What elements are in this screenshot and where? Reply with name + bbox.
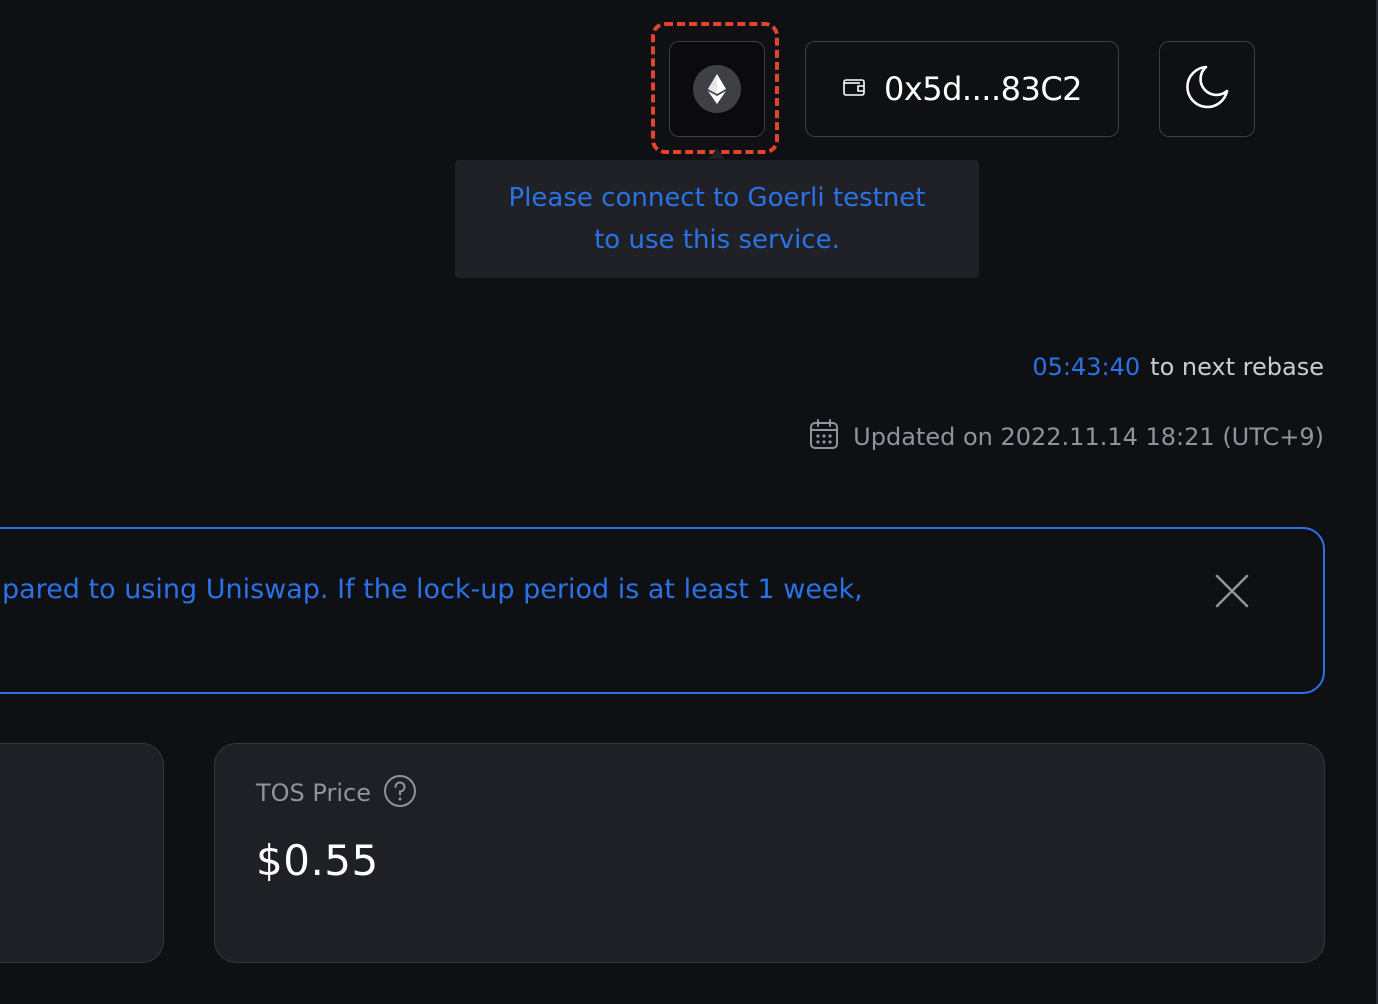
rebase-time: 05:43:40 bbox=[1032, 353, 1141, 381]
tos-price-title: TOS Price bbox=[256, 774, 417, 812]
notice-text: pared to using Uniswap. If the lock-up p… bbox=[2, 574, 863, 605]
network-tooltip: Please connect to Goerli testnet to use … bbox=[455, 160, 979, 278]
ethereum-icon bbox=[693, 65, 741, 113]
close-icon[interactable] bbox=[1214, 573, 1250, 609]
notice-banner: pared to using Uniswap. If the lock-up p… bbox=[0, 527, 1325, 694]
wallet-button[interactable]: 0x5d....83C2 bbox=[805, 41, 1119, 137]
updated-timestamp: Updated on 2022.11.14 18:21 (UTC+9) bbox=[809, 418, 1324, 456]
page: 0x5d....83C2 Please connect to Goerli te… bbox=[0, 0, 1378, 1004]
tooltip-arrow bbox=[709, 148, 725, 159]
tos-price-value: $0.55 bbox=[256, 836, 379, 885]
wallet-address: 0x5d....83C2 bbox=[883, 70, 1083, 108]
tooltip-line-2: to use this service. bbox=[594, 225, 840, 255]
tos-price-card: TOS Price $0.55 bbox=[214, 743, 1325, 963]
network-button[interactable] bbox=[669, 41, 765, 137]
tooltip-line-1: Please connect to Goerli testnet bbox=[508, 183, 926, 213]
calendar-icon bbox=[809, 418, 839, 456]
stat-card bbox=[0, 743, 164, 963]
theme-toggle-button[interactable] bbox=[1159, 41, 1255, 137]
rebase-label: to next rebase bbox=[1150, 353, 1324, 381]
question-circle-icon[interactable] bbox=[383, 774, 417, 812]
tos-price-label: TOS Price bbox=[256, 779, 371, 807]
updated-text: Updated on 2022.11.14 18:21 (UTC+9) bbox=[853, 423, 1324, 451]
rebase-countdown: 05:43:40 to next rebase bbox=[1032, 350, 1324, 384]
moon-icon bbox=[1184, 64, 1230, 114]
wallet-icon bbox=[842, 77, 866, 101]
